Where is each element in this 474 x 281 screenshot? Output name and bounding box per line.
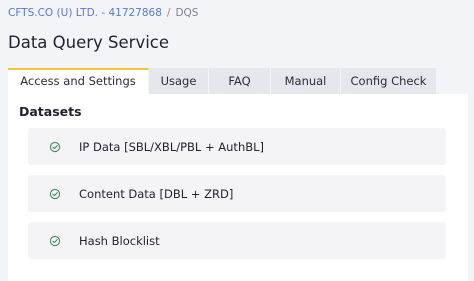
dataset-row-content-data: Content Data [DBL + ZRD]	[28, 175, 446, 212]
tab-access-and-settings[interactable]: Access and Settings	[8, 68, 149, 94]
breadcrumb-current: DQS	[175, 7, 199, 19]
check-circle-icon	[49, 235, 61, 247]
page: CFTS.CO (U) LTD. - 41727868 / DQS Data Que…	[0, 0, 474, 281]
breadcrumb-separator: /	[166, 7, 171, 19]
tab-config-check[interactable]: Config Check	[341, 68, 437, 94]
tab-bar: Access and Settings Usage FAQ Manual Con…	[8, 68, 437, 94]
dataset-label: IP Data [SBL/XBL/PBL + AuthBL]	[79, 139, 265, 154]
tab-manual[interactable]: Manual	[271, 68, 341, 94]
dataset-label: Hash Blocklist	[79, 233, 160, 248]
tab-usage[interactable]: Usage	[149, 68, 209, 94]
check-circle-icon	[49, 188, 61, 200]
tab-faq[interactable]: FAQ	[209, 68, 271, 94]
breadcrumb-org-link[interactable]: CFTS.CO (U) LTD. - 41727868	[8, 7, 162, 19]
datasets-heading: Datasets	[19, 104, 82, 119]
dataset-row-ip-data: IP Data [SBL/XBL/PBL + AuthBL]	[28, 128, 446, 165]
access-settings-panel: Datasets IP Data [SBL/XBL/PBL + AuthBL] …	[8, 94, 468, 281]
dataset-label: Content Data [DBL + ZRD]	[79, 186, 234, 201]
page-title: Data Query Service	[8, 33, 170, 52]
dataset-row-hash-blocklist: Hash Blocklist	[28, 222, 446, 259]
breadcrumb: CFTS.CO (U) LTD. - 41727868 / DQS	[8, 7, 198, 19]
check-circle-icon	[49, 141, 61, 153]
